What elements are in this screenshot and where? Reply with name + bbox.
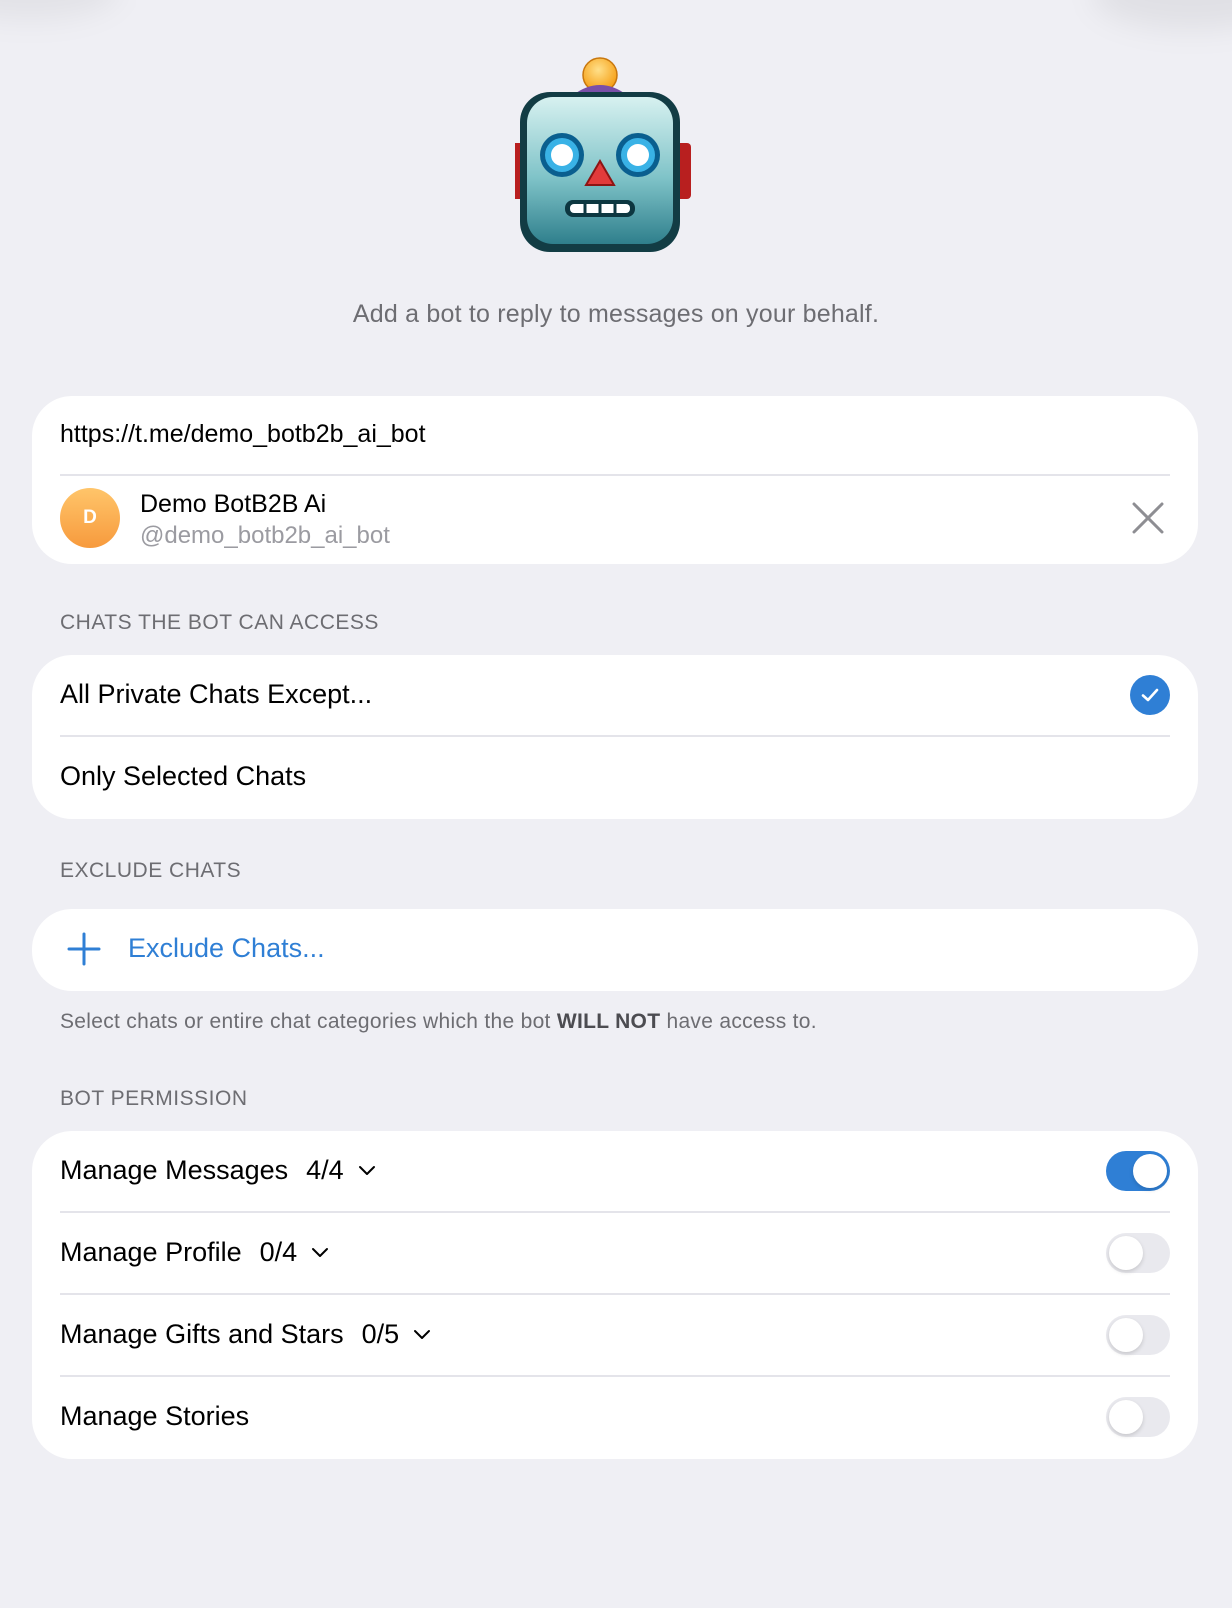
- bot-name: Demo BotB2B Ai: [140, 490, 327, 518]
- toggle-knob: [1109, 1236, 1143, 1270]
- permission-label: Manage Stories: [60, 1401, 249, 1432]
- section-label-permission: BOT PERMISSION: [60, 1087, 248, 1110]
- permission-count: 0/4: [259, 1237, 298, 1267]
- bot-info-row: D Demo BotB2B Ai @demo_botb2b_ai_bot: [32, 476, 1198, 564]
- exclude-chats-label: Exclude Chats...: [128, 933, 325, 963]
- section-label-access: CHATS THE BOT CAN ACCESS: [60, 611, 379, 634]
- bot-handle: @demo_botb2b_ai_bot: [140, 522, 390, 549]
- permission-title: Manage Messages: [60, 1155, 289, 1185]
- permission-manage-messages[interactable]: Manage Messages 4/4: [32, 1131, 1198, 1213]
- footnote-emphasis: WILL NOT: [556, 1010, 661, 1033]
- option-label: All Private Chats Except...: [60, 679, 373, 709]
- toggle-manage-stories[interactable]: [1106, 1397, 1170, 1437]
- avatar: D: [60, 488, 120, 548]
- permission-manage-profile[interactable]: Manage Profile 0/4: [32, 1213, 1198, 1295]
- permission-manage-gifts-and-stars[interactable]: Manage Gifts and Stars 0/5: [32, 1295, 1198, 1377]
- toggle-knob: [1133, 1154, 1167, 1188]
- exclude-chats-button[interactable]: Exclude Chats...: [32, 909, 1198, 991]
- robot-icon: [515, 57, 691, 252]
- toggle-manage-gifts-and-stars[interactable]: [1106, 1315, 1170, 1355]
- access-card: All Private Chats Except... Only Selecte…: [32, 655, 1198, 819]
- permission-label[interactable]: Manage Profile 0/4: [60, 1237, 329, 1268]
- toggle-manage-messages[interactable]: [1106, 1151, 1170, 1191]
- hero: Add a bot to reply to messages on your b…: [0, 0, 1232, 360]
- permission-title: Manage Stories: [60, 1401, 250, 1431]
- toggle-knob: [1109, 1400, 1143, 1434]
- section-label-exclude: EXCLUDE CHATS: [60, 859, 242, 882]
- permissions-card: Manage Messages 4/4 Manage Profile 0/4 M…: [32, 1131, 1198, 1459]
- footnote-text: Select chats or entire chat categories w…: [60, 1010, 557, 1033]
- permission-label[interactable]: Manage Gifts and Stars 0/5: [60, 1319, 431, 1350]
- option-only-selected-chats[interactable]: Only Selected Chats: [32, 737, 1198, 819]
- permission-count: 0/5: [361, 1319, 400, 1349]
- exclude-footnote: Select chats or entire chat categories w…: [60, 1010, 817, 1034]
- chevron-down-icon: [414, 1329, 431, 1339]
- toggle-knob: [1109, 1318, 1143, 1352]
- permission-count: 4/4: [306, 1155, 344, 1185]
- permission-title: Manage Gifts and Stars: [60, 1319, 344, 1349]
- bot-url-input[interactable]: https://t.me/demo_botb2b_ai_bot: [60, 420, 426, 449]
- checkmark-icon: [1130, 675, 1170, 715]
- option-label: Only Selected Chats: [60, 761, 307, 791]
- close-icon[interactable]: [1130, 500, 1166, 536]
- permission-label[interactable]: Manage Messages 4/4: [60, 1155, 376, 1186]
- bot-card: https://t.me/demo_botb2b_ai_bot D Demo B…: [32, 396, 1198, 564]
- page-subtitle: Add a bot to reply to messages on your b…: [352, 300, 880, 328]
- plus-icon: [67, 932, 101, 966]
- chevron-down-icon: [312, 1247, 329, 1257]
- bot-settings-page: Add a bot to reply to messages on your b…: [0, 0, 1232, 1608]
- permission-title: Manage Profile: [60, 1237, 242, 1267]
- chevron-down-icon: [358, 1165, 375, 1175]
- toggle-manage-profile[interactable]: [1106, 1233, 1170, 1273]
- footnote-text: have access to.: [660, 1010, 817, 1033]
- bot-url-row[interactable]: https://t.me/demo_botb2b_ai_bot: [32, 396, 1198, 476]
- option-all-private-chats[interactable]: All Private Chats Except...: [32, 655, 1198, 737]
- permission-manage-stories[interactable]: Manage Stories: [32, 1377, 1198, 1459]
